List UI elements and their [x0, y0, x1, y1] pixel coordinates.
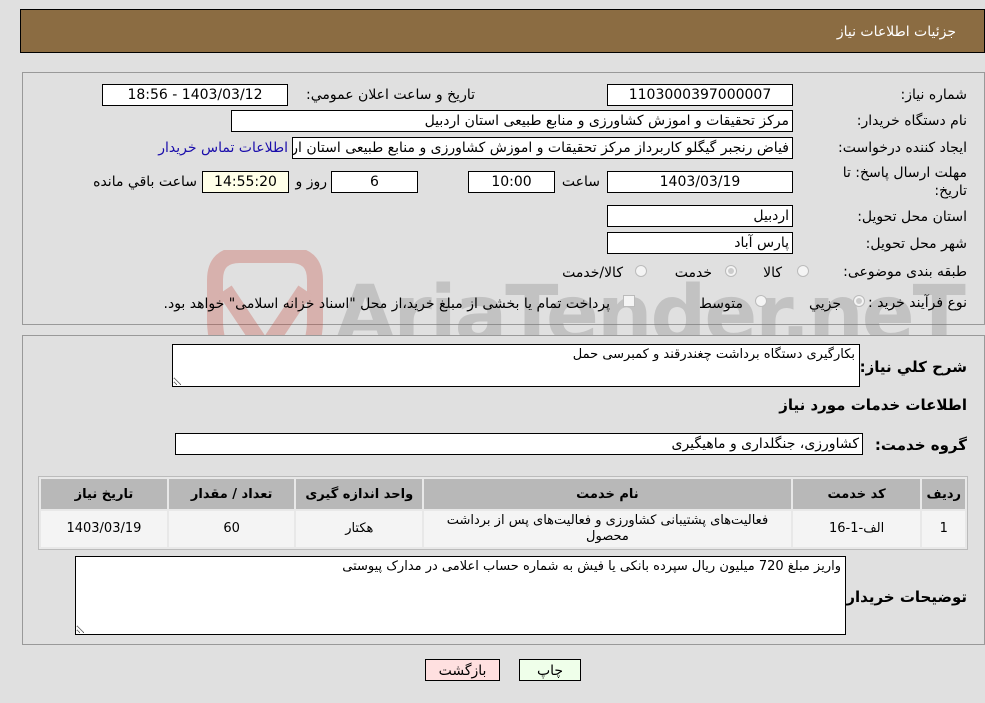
cell-service-code: الف-1-16 — [792, 511, 921, 547]
purchase-minor-label: جزيي — [809, 296, 841, 312]
requester-field: فیاض رنجبر گیگلو کاربرداز مرکز تحقیقات و… — [292, 137, 793, 159]
announce-datetime-label: تاریخ و ساعت اعلان عمومي: — [306, 87, 475, 103]
col-service-name: نام خدمت — [424, 479, 791, 509]
category-service-radio[interactable] — [725, 265, 737, 277]
services-table: ردیف کد خدمت نام خدمت واحد اندازه گیری ت… — [38, 476, 968, 550]
delivery-city-label: شهر محل تحویل: — [865, 236, 967, 252]
category-goods-label: کالا — [763, 265, 782, 281]
deadline-date-field: 1403/03/19 — [607, 171, 793, 193]
remaining-days-field: 6 — [331, 171, 418, 193]
need-number-field: 1103000397000007 — [607, 84, 793, 106]
category-goods-service-label: کالا/خدمت — [562, 265, 623, 281]
service-group-field: کشاورزی، جنگلداری و ماهیگیری — [175, 433, 863, 455]
buyer-notes-label: توضیحات خریدار: — [840, 588, 967, 606]
col-service-code: کد خدمت — [792, 479, 921, 509]
category-goods-service-radio[interactable] — [635, 265, 647, 277]
purchase-medium-radio[interactable] — [755, 295, 767, 307]
description-textarea[interactable] — [172, 344, 860, 387]
remaining-time-label: ساعت باقي مانده — [93, 174, 197, 190]
page-header: جزئیات اطلاعات نیاز — [20, 9, 985, 53]
announce-datetime-field: 1403/03/12 - 18:56 — [102, 84, 288, 106]
cell-need-date: 1403/03/19 — [41, 511, 167, 547]
category-goods-radio[interactable] — [797, 265, 809, 277]
purchase-type-label: نوع فرآیند خرید : — [868, 295, 967, 311]
need-number-label: شماره نیاز: — [900, 87, 968, 103]
delivery-city-field: پارس آباد — [607, 232, 793, 254]
cell-quantity: 60 — [168, 511, 295, 547]
col-need-date: تاریخ نیاز — [41, 479, 167, 509]
table-row: 1 الف-1-16 فعالیت‌های پشتیبانی کشاورزی و… — [41, 511, 965, 547]
col-quantity: تعداد / مقدار — [168, 479, 295, 509]
purchase-medium-label: متوسط — [699, 296, 743, 312]
delivery-province-field: اردبیل — [607, 205, 793, 227]
buyer-notes-textarea[interactable] — [75, 556, 846, 635]
cell-service-name: فعالیت‌های پشتیبانی کشاورزی و فعالیت‌های… — [424, 511, 791, 547]
col-row-number: ردیف — [922, 479, 965, 509]
page-title: جزئیات اطلاعات نیاز — [836, 24, 956, 40]
deadline-time-field: 10:00 — [468, 171, 555, 193]
services-heading: اطلاعات خدمات مورد نیاز — [779, 396, 967, 414]
category-service-label: خدمت — [674, 265, 712, 281]
category-label: طبقه بندی موضوعی: — [843, 264, 967, 280]
remaining-time-field: 14:55:20 — [202, 171, 289, 193]
buyer-org-field: مرکز تحقیقات و اموزش کشاورزی و منابع طبی… — [231, 110, 793, 132]
service-group-label: گروه خدمت: — [874, 436, 967, 454]
buyer-org-label: نام دستگاه خریدار: — [856, 113, 967, 129]
deadline-label: مهلت ارسال پاسخ: تا تاریخ: — [842, 165, 967, 199]
cell-row-number: 1 — [922, 511, 965, 547]
treasury-payment-checkbox[interactable] — [623, 295, 635, 307]
print-button[interactable]: چاپ — [519, 659, 581, 681]
cell-unit: هکتار — [296, 511, 423, 547]
description-label: شرح کلي نیاز: — [859, 358, 967, 376]
treasury-payment-note: پرداخت تمام یا بخشی از مبلغ خرید،از محل … — [163, 296, 610, 312]
buyer-contact-link[interactable]: اطلاعات تماس خریدار — [158, 140, 288, 156]
back-button[interactable]: بازگشت — [425, 659, 500, 681]
deadline-time-label: ساعت — [561, 174, 600, 190]
delivery-province-label: استان محل تحویل: — [857, 209, 967, 225]
requester-label: ایجاد کننده درخواست: — [838, 140, 967, 156]
col-unit: واحد اندازه گیری — [296, 479, 423, 509]
days-label: روز و — [295, 174, 328, 190]
purchase-minor-radio[interactable] — [853, 295, 865, 307]
services-table-header: ردیف کد خدمت نام خدمت واحد اندازه گیری ت… — [41, 479, 965, 509]
